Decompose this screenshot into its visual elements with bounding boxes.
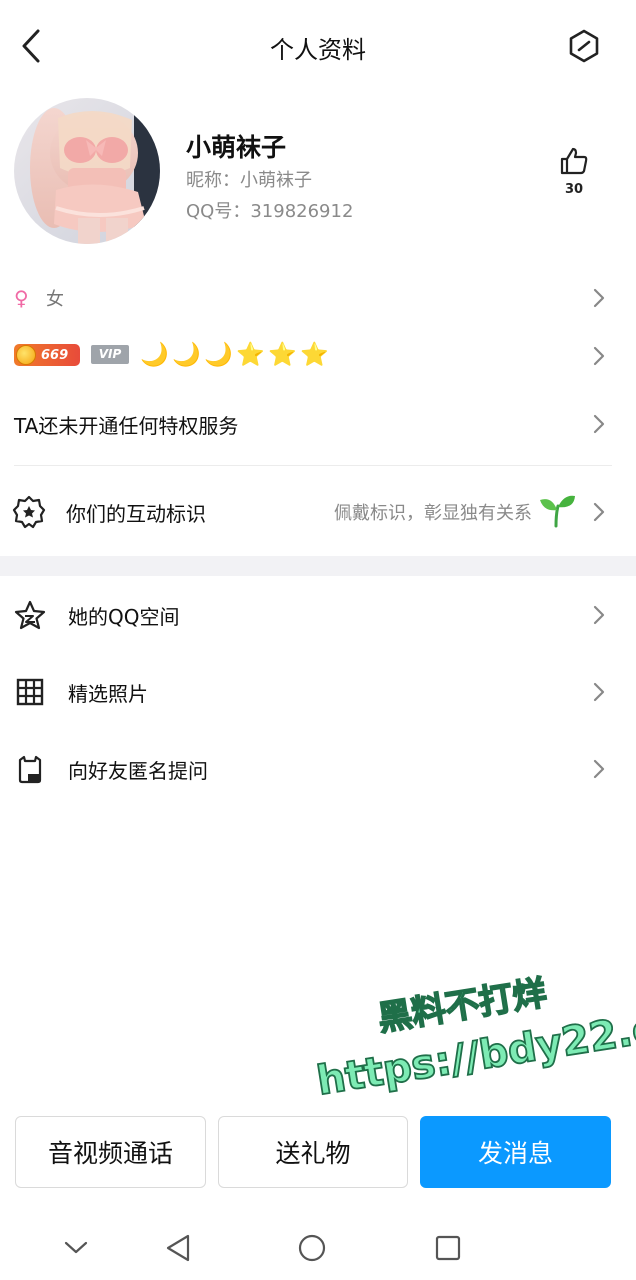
page-title: 个人资料	[270, 36, 366, 64]
star-icon: ⭐	[236, 342, 265, 368]
star-icon	[14, 600, 46, 630]
avatar[interactable]	[14, 98, 160, 244]
chevron-down-icon	[64, 1241, 88, 1254]
female-icon: ♀	[14, 286, 29, 310]
gender-label: 女	[46, 289, 64, 310]
cat-bag-icon	[18, 755, 42, 784]
watermark-line-2: https://bdy22.co	[314, 1001, 636, 1104]
menu-item-qzone[interactable]: 她的QQ空间	[0, 585, 636, 645]
like-count: 30	[564, 182, 584, 197]
chevron-right-icon	[593, 502, 605, 522]
more-button[interactable]	[566, 27, 602, 65]
privilege-row[interactable]: TA还未开通任何特权服务	[0, 396, 636, 452]
menu-item-photos[interactable]: 精选照片	[0, 662, 636, 722]
privilege-text: TA还未开通任何特权服务	[14, 413, 239, 438]
section-separator	[0, 556, 636, 576]
star-icon: ⭐	[268, 342, 297, 368]
hexagon-slash-icon	[569, 29, 599, 63]
level-icons: 🌙 🌙 🌙 ⭐ ⭐ ⭐	[140, 340, 329, 370]
system-navigation-bar	[0, 1216, 636, 1280]
nav-back-button[interactable]	[158, 1228, 198, 1268]
nav-home-button[interactable]	[292, 1228, 332, 1268]
nickname-line: 昵称：小萌袜子	[186, 170, 312, 191]
nav-recents-button[interactable]	[428, 1228, 468, 1268]
square-recents-icon	[435, 1235, 461, 1261]
like-button[interactable]: 30	[552, 146, 596, 197]
menu-item-anonymous-question[interactable]: 向好友匿名提问	[0, 739, 636, 799]
menu-label: 精选照片	[68, 681, 148, 706]
thumbs-up-icon	[560, 147, 588, 175]
triangle-back-icon	[166, 1234, 190, 1262]
menu-label: 她的QQ空间	[68, 604, 180, 629]
display-name: 小萌袜子	[186, 133, 287, 162]
moon-icon: 🌙	[172, 342, 201, 368]
send-gift-button[interactable]: 送礼物	[218, 1116, 408, 1188]
chevron-right-icon	[593, 605, 605, 625]
grid-icon	[16, 678, 44, 706]
star-icon: ⭐	[300, 342, 329, 368]
video-call-button[interactable]: 音视频通话	[15, 1116, 206, 1188]
level-value: 669	[41, 347, 69, 363]
interaction-hint: 佩戴标识，彰显独有关系	[334, 503, 532, 524]
chevron-right-icon	[593, 288, 605, 308]
circle-home-icon	[298, 1234, 326, 1262]
interaction-mark-row[interactable]: 你们的互动标识 佩戴标识，彰显独有关系	[0, 484, 636, 540]
chevron-right-icon	[593, 346, 605, 366]
qq-number: QQ号：319826912	[186, 201, 354, 222]
chevron-right-icon	[593, 759, 605, 779]
menu-label: 向好友匿名提问	[68, 758, 208, 783]
divider	[14, 465, 612, 466]
sprout-icon	[540, 495, 575, 528]
badge-star-icon	[12, 495, 46, 529]
chevron-right-icon	[593, 682, 605, 702]
level-badge: 669	[14, 344, 80, 366]
nav-collapse-button[interactable]	[56, 1228, 96, 1268]
moon-icon: 🌙	[204, 342, 233, 368]
vip-badge: VIP	[91, 345, 129, 364]
level-row[interactable]: 669 VIP 🌙 🌙 🌙 ⭐ ⭐ ⭐	[0, 330, 636, 382]
send-message-button[interactable]: 发消息	[420, 1116, 611, 1188]
gender-row[interactable]: ♀ 女	[0, 270, 636, 326]
watermark-line-1: 黑料不打烊	[375, 973, 549, 1039]
moon-icon: 🌙	[140, 342, 169, 368]
interaction-label: 你们的互动标识	[66, 501, 206, 526]
top-bar: 个人资料	[0, 0, 636, 96]
sun-icon	[16, 345, 36, 365]
chevron-right-icon	[593, 414, 605, 434]
